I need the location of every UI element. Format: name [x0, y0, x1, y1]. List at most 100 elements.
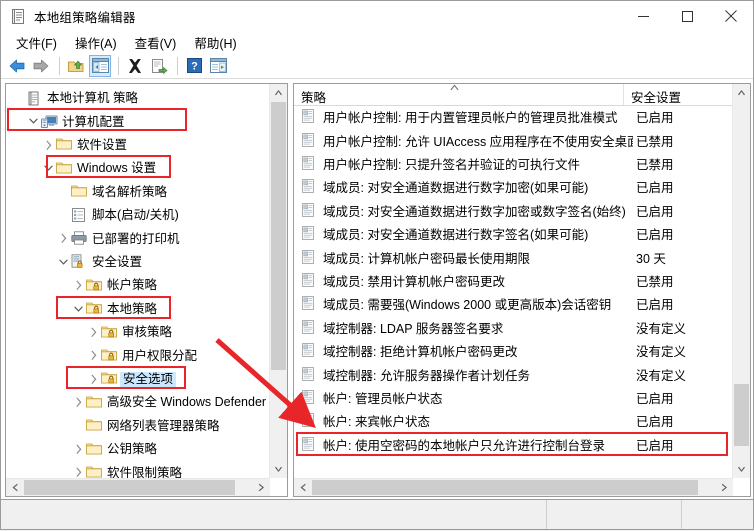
- table-row[interactable]: 域成员: 需要强(Windows 2000 或更高版本)会话密钥 已启用: [294, 292, 734, 316]
- chevron-right-icon[interactable]: [85, 325, 101, 341]
- chevron-down-icon[interactable]: [25, 114, 41, 130]
- tree-item-4[interactable]: 域名解析策略: [6, 181, 167, 204]
- tree-item-8[interactable]: 帐户策略: [6, 274, 157, 297]
- tree-item-14[interactable]: 网络列表管理器策略: [6, 415, 220, 438]
- chevron-right-icon[interactable]: [55, 231, 71, 247]
- up-one-level-icon[interactable]: [65, 55, 87, 77]
- chevron-down-icon[interactable]: [40, 161, 56, 177]
- show-hide-tree-icon[interactable]: [89, 54, 111, 77]
- table-row[interactable]: 域成员: 计算机帐户密码最长使用期限 30 天: [294, 245, 734, 269]
- close-button[interactable]: [709, 1, 753, 31]
- scroll-left-icon[interactable]: [6, 479, 23, 496]
- policy-setting-icon: [301, 249, 317, 265]
- column-security-setting[interactable]: 安全设置: [624, 84, 734, 105]
- chevron-right-icon[interactable]: [40, 137, 56, 153]
- policy-tree[interactable]: 本地计算机 策略计算机配置软件设置 Windows 设置 域名解析策略脚本(启动/关…: [6, 86, 270, 478]
- menu-file[interactable]: 文件(F): [7, 31, 66, 54]
- tree-item-13[interactable]: 高级安全 Windows Defender: [6, 391, 266, 414]
- list-horizontal-scrollbar[interactable]: [294, 478, 733, 496]
- menu-help[interactable]: 帮助(H): [185, 31, 245, 54]
- table-row[interactable]: 用户帐户控制: 用于内置管理员帐户的管理员批准模式 已启用: [294, 105, 734, 129]
- policy-name: 域控制器: LDAP 服务器签名要求: [323, 321, 504, 336]
- properties-icon[interactable]: [207, 55, 229, 77]
- tree-item-6[interactable]: 已部署的打印机: [6, 227, 180, 250]
- tree-item-label: 高级安全 Windows Defender: [107, 395, 267, 410]
- chevron-right-icon[interactable]: [85, 348, 101, 364]
- tree-item-1[interactable]: 计算机配置: [6, 110, 125, 133]
- table-row[interactable]: 域成员: 对安全通道数据进行数字加密或数字签名(始终) 已启用: [294, 199, 734, 223]
- policy-setting-icon: [301, 320, 317, 335]
- policy-setting-value: 30 天: [636, 251, 666, 266]
- column-policy-label: 策略: [301, 91, 327, 105]
- tree-item-label: 计算机配置: [62, 114, 125, 129]
- policy-setting-value: 已启用: [636, 228, 674, 243]
- tree-item-10[interactable]: 审核策略: [6, 321, 172, 344]
- scroll-left-icon[interactable]: [294, 479, 311, 496]
- policy-name: 域控制器: 允许服务器操作者计划任务: [323, 368, 530, 383]
- chevron-right-icon[interactable]: [70, 442, 86, 458]
- table-row[interactable]: 域成员: 禁用计算机帐户密码更改 已禁用: [294, 269, 734, 293]
- tree-item-0[interactable]: 本地计算机 策略: [6, 87, 138, 110]
- forward-icon[interactable]: [30, 55, 52, 77]
- table-row[interactable]: 用户帐户控制: 允许 UIAccess 应用程序在不使用安全桌面... 已禁用: [294, 128, 734, 152]
- minimize-button[interactable]: [621, 1, 665, 31]
- export-list-icon[interactable]: [148, 55, 170, 77]
- folder-icon: [86, 442, 103, 458]
- chevron-down-icon[interactable]: [55, 254, 71, 270]
- table-row[interactable]: 帐户: 管理员帐户状态 已启用: [294, 386, 734, 410]
- chevron-right-icon[interactable]: [70, 465, 86, 478]
- scroll-up-icon[interactable]: [270, 84, 287, 101]
- table-row[interactable]: 用户帐户控制: 只提升签名并验证的可执行文件 已禁用: [294, 152, 734, 176]
- table-row[interactable]: 帐户: 来宾帐户状态 已启用: [294, 409, 734, 433]
- list-hscroll-thumb[interactable]: [312, 480, 698, 495]
- scroll-up-icon[interactable]: [733, 84, 750, 101]
- list-scroll-thumb[interactable]: [734, 384, 749, 446]
- tree-item-3[interactable]: Windows 设置: [6, 157, 156, 180]
- tree-item-label: 本地策略: [107, 301, 158, 316]
- tree-item-16[interactable]: 软件限制策略: [6, 461, 182, 478]
- chevron-right-icon[interactable]: [70, 278, 86, 294]
- tree-item-label: 脚本(启动/关机): [92, 208, 179, 223]
- delete-icon[interactable]: [124, 55, 146, 77]
- table-row[interactable]: 域成员: 对安全通道数据进行数字签名(如果可能) 已启用: [294, 222, 734, 246]
- table-row[interactable]: 域控制器: 拒绝计算机帐户密码更改 没有定义: [294, 339, 734, 363]
- twisty-placeholder: [70, 418, 86, 434]
- tree-item-15[interactable]: 公钥策略: [6, 438, 157, 461]
- tree-item-2[interactable]: 软件设置: [6, 134, 127, 157]
- scroll-right-icon[interactable]: [716, 479, 733, 496]
- table-row[interactable]: 域成员: 对安全通道数据进行数字加密(如果可能) 已启用: [294, 175, 734, 199]
- tree-item-5[interactable]: 脚本(启动/关机): [6, 204, 179, 227]
- table-row[interactable]: 域控制器: 允许服务器操作者计划任务 没有定义: [294, 362, 734, 386]
- tree-vertical-scrollbar[interactable]: [269, 84, 287, 478]
- policy-rows[interactable]: 用户帐户控制: 用于内置管理员帐户的管理员批准模式 已启用 用户帐户控制: 允许 U…: [294, 105, 734, 456]
- policy-setting-icon: [301, 343, 317, 358]
- column-policy[interactable]: 策略: [294, 84, 624, 105]
- menu-action[interactable]: 操作(A): [66, 31, 126, 54]
- help-icon[interactable]: ?: [183, 55, 205, 77]
- tree-item-9[interactable]: 本地策略: [6, 298, 157, 321]
- tree-scroll-thumb[interactable]: [271, 102, 286, 370]
- menu-view[interactable]: 查看(V): [126, 31, 186, 54]
- scroll-right-icon[interactable]: [253, 479, 270, 496]
- scroll-down-icon[interactable]: [270, 461, 287, 478]
- chevron-right-icon[interactable]: [85, 371, 101, 387]
- tree-item-12[interactable]: 安全选项: [6, 368, 177, 391]
- back-icon[interactable]: [6, 55, 28, 77]
- table-row[interactable]: 域控制器: LDAP 服务器签名要求 没有定义: [294, 316, 734, 340]
- policy-setting-icon: [301, 203, 317, 218]
- policy-name: 域成员: 计算机帐户密码最长使用期限: [323, 251, 530, 266]
- policy-editor-icon: [10, 8, 27, 25]
- table-row[interactable]: 帐户: 使用空密码的本地帐户只允许进行控制台登录 已启用: [294, 433, 734, 456]
- scroll-down-icon[interactable]: [733, 461, 750, 478]
- list-vertical-scrollbar[interactable]: [732, 84, 750, 478]
- policy-setting-icon: [301, 437, 317, 452]
- policy-name: 域成员: 需要强(Windows 2000 或更高版本)会话密钥: [323, 298, 612, 313]
- maximize-button[interactable]: [665, 1, 709, 31]
- tree-hscroll-thumb[interactable]: [24, 480, 235, 495]
- chevron-down-icon[interactable]: [70, 301, 86, 317]
- tree-item-11[interactable]: 用户权限分配: [6, 344, 197, 367]
- tree-horizontal-scrollbar[interactable]: [6, 478, 270, 496]
- tree-item-7[interactable]: 安全设置: [6, 251, 142, 274]
- toolbar-separator: [59, 56, 60, 75]
- chevron-right-icon[interactable]: [70, 395, 86, 411]
